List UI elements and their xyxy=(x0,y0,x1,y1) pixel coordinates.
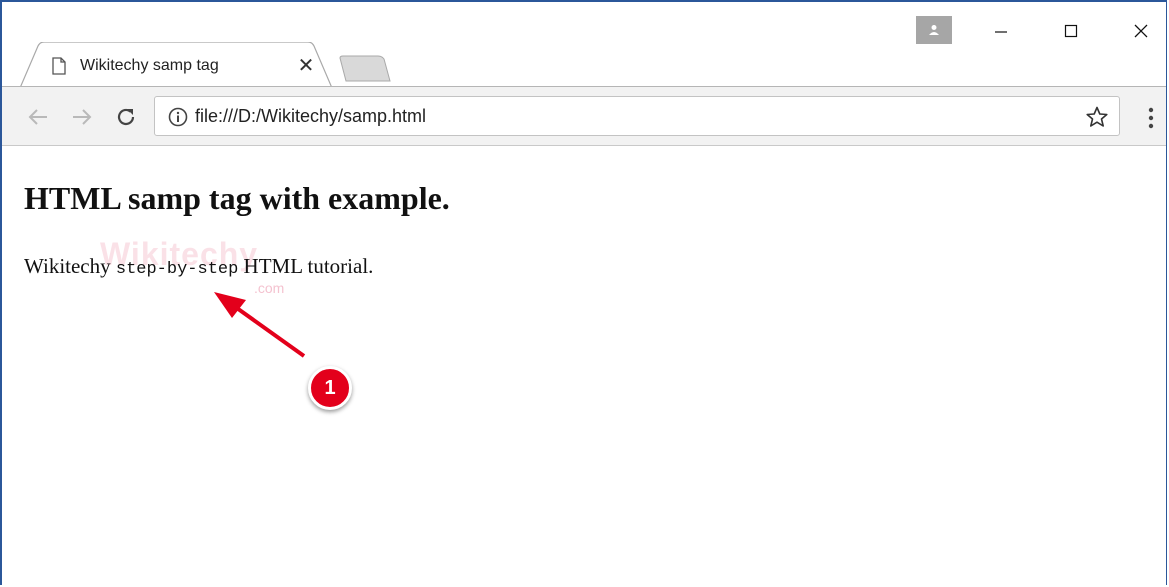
profile-button[interactable] xyxy=(916,16,952,44)
person-icon xyxy=(929,25,939,35)
forward-button[interactable] xyxy=(68,103,96,131)
annotation-arrow xyxy=(214,292,306,358)
info-icon[interactable] xyxy=(167,106,189,128)
title-bar: Wikitechy samp tag ✕ xyxy=(2,2,1166,88)
para-text-before: Wikitechy xyxy=(24,254,116,278)
maximize-button[interactable] xyxy=(1048,16,1094,46)
star-icon[interactable] xyxy=(1085,105,1109,129)
new-tab-button[interactable] xyxy=(338,55,392,82)
para-text-after: HTML tutorial. xyxy=(238,254,374,278)
kebab-menu-icon[interactable] xyxy=(1140,105,1162,131)
annotation-badge: 1 xyxy=(308,366,352,410)
reload-icon xyxy=(117,108,135,126)
minimize-icon xyxy=(995,31,1007,33)
url-text[interactable]: file:///D:/Wikitechy/samp.html xyxy=(195,106,426,127)
tab-close-icon[interactable]: ✕ xyxy=(296,56,316,76)
maximize-icon xyxy=(1064,24,1078,38)
arrow-right-icon xyxy=(73,109,92,125)
tab-content: Wikitechy samp tag xyxy=(52,54,219,78)
page-heading: HTML samp tag with example. xyxy=(24,180,450,216)
close-window-button[interactable] xyxy=(1118,16,1164,46)
back-button[interactable] xyxy=(24,103,52,131)
browser-toolbar: file:///D:/Wikitechy/samp.html xyxy=(2,86,1166,146)
tab-title: Wikitechy samp tag xyxy=(80,57,219,74)
reload-button[interactable] xyxy=(112,103,140,131)
page-content: Wikitechy .com HTML samp tag with exampl… xyxy=(2,146,1166,587)
arrow-left-icon xyxy=(28,109,47,125)
browser-window: Wikitechy samp tag ✕ file:///D:/Wikitech… xyxy=(0,0,1167,587)
minimize-button[interactable] xyxy=(978,16,1024,46)
address-bar[interactable]: file:///D:/Wikitechy/samp.html xyxy=(154,96,1120,136)
close-icon xyxy=(1134,24,1148,38)
page-paragraph: Wikitechy step-by-step HTML tutorial. xyxy=(24,254,373,279)
page-icon xyxy=(52,57,66,75)
samp-text: step-by-step xyxy=(115,260,239,279)
